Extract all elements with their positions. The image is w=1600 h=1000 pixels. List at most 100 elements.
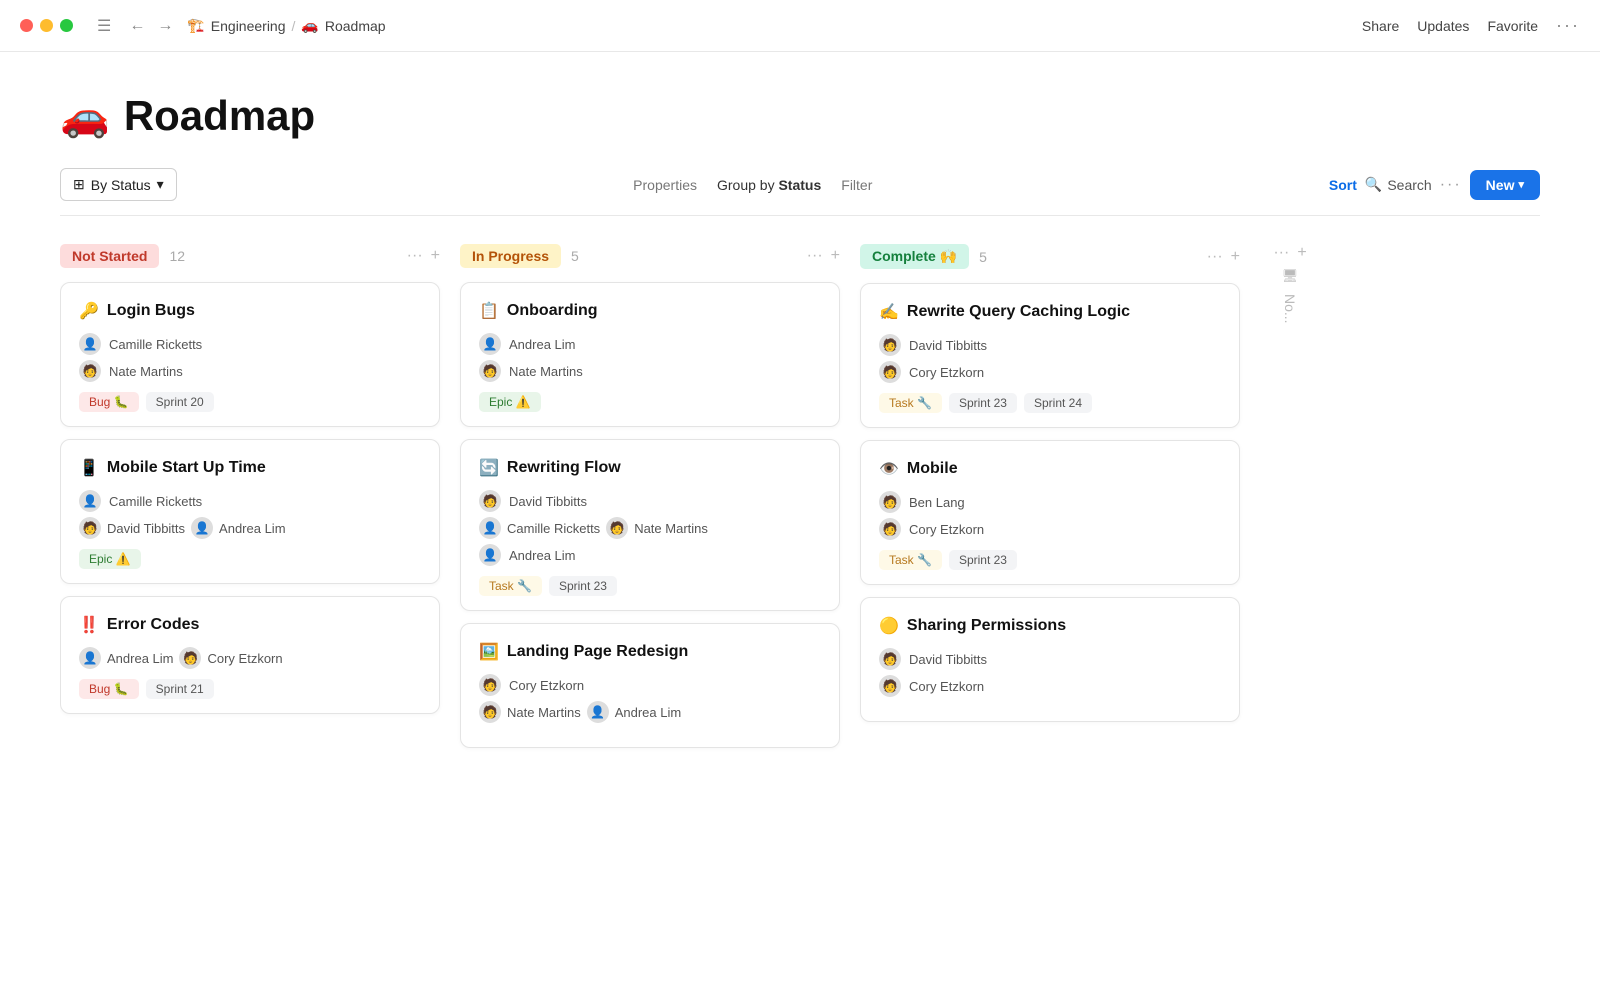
card-tags-complete-0: Task 🔧 Sprint 23 Sprint 24 (879, 393, 1221, 413)
sort-button[interactable]: Sort (1329, 177, 1357, 193)
card-not-started-2[interactable]: ‼️ Error Codes 👤 Andrea Lim 🧑 Cory Etzko… (60, 596, 440, 714)
column-complete: Complete 🙌 5 ··· + ✍️ Rewrite Query Caching … (860, 244, 1240, 734)
column-actions-not-started: ··· + (407, 248, 440, 264)
properties-button[interactable]: Properties (633, 177, 697, 193)
member-name: Andrea Lim (107, 651, 173, 666)
card-tags-not-started-1: Epic ⚠️ (79, 549, 421, 569)
favorite-button[interactable]: Favorite (1487, 18, 1538, 34)
breadcrumb: 🏗️ Engineering / 🚗 Roadmap (187, 17, 385, 34)
breadcrumb-separator: / (292, 18, 296, 34)
card-tags-in-progress-0: Epic ⚠️ (479, 392, 821, 412)
member-row-0-1: 🧑 Cory Etzkorn (879, 361, 1221, 383)
tag-1-0[interactable]: Epic ⚠️ (79, 549, 141, 569)
hidden-column-more-button[interactable]: ··· (1273, 244, 1289, 262)
column-add-not-started[interactable]: + (431, 248, 440, 264)
breadcrumb-engineering-label[interactable]: Engineering (211, 18, 286, 34)
tag-1-1[interactable]: Sprint 23 (949, 550, 1017, 570)
avatar: 👤 (191, 517, 213, 539)
share-button[interactable]: Share (1362, 18, 1399, 34)
search-icon: 🔍 (1365, 176, 1382, 193)
card-complete-0[interactable]: ✍️ Rewrite Query Caching Logic 🧑 David T… (860, 283, 1240, 428)
card-in-progress-1[interactable]: 🔄 Rewriting Flow 🧑 David Tibbitts 👤 Cami… (460, 439, 840, 611)
column-add-in-progress[interactable]: + (831, 248, 840, 264)
member-name: Nate Martins (634, 521, 708, 536)
tag-2-1[interactable]: Sprint 21 (146, 679, 214, 699)
nav-back-button[interactable]: ← (125, 15, 149, 37)
card-members-not-started-0: 👤 Camille Ricketts 🧑 Nate Martins (79, 333, 421, 382)
tag-0-1[interactable]: Sprint 20 (146, 392, 214, 412)
avatar: 👤 (587, 701, 609, 723)
card-emoji: ✍️ (879, 302, 899, 322)
column-count-complete: 5 (979, 249, 987, 265)
traffic-light-yellow[interactable] (40, 19, 53, 32)
column-add-complete[interactable]: + (1231, 249, 1240, 265)
toolbar-more-button[interactable]: ··· (1440, 176, 1462, 194)
tag-0-2[interactable]: Sprint 24 (1024, 393, 1092, 413)
filter-button[interactable]: Filter (841, 177, 872, 193)
breadcrumb-roadmap-icon: 🚗 (301, 17, 318, 34)
status-badge-not-started[interactable]: Not Started (60, 244, 159, 268)
card-title-complete-2: 🟡 Sharing Permissions (879, 616, 1221, 636)
tag-0-0[interactable]: Bug 🐛 (79, 392, 139, 412)
titlebar-right: Share Updates Favorite ··· (1362, 15, 1580, 36)
avatar: 🧑 (479, 701, 501, 723)
card-emoji: 📱 (79, 458, 99, 478)
titlebar-more-button[interactable]: ··· (1556, 15, 1580, 36)
column-actions-complete: ··· + (1207, 249, 1240, 265)
toolbar-left: ⊞ By Status ▾ (60, 168, 177, 201)
avatar: 👤 (479, 517, 501, 539)
group-by-button[interactable]: Group by Status (717, 177, 821, 193)
member-name: Camille Ricketts (109, 494, 202, 509)
card-title-in-progress-1: 🔄 Rewriting Flow (479, 458, 821, 478)
card-not-started-1[interactable]: 📱 Mobile Start Up Time 👤 Camille Rickett… (60, 439, 440, 584)
page-title-row: 🚗 Roadmap (60, 92, 1540, 140)
member-row-1-1: 👤 Camille Ricketts 🧑 Nate Martins (479, 517, 821, 539)
status-badge-complete[interactable]: Complete 🙌 (860, 244, 969, 269)
card-emoji: 🖼️ (479, 642, 499, 662)
member-row-1-0: 👤 Camille Ricketts (79, 490, 421, 512)
tag-1-1[interactable]: Sprint 23 (549, 576, 617, 596)
tag-0-0[interactable]: Epic ⚠️ (479, 392, 541, 412)
breadcrumb-roadmap-label[interactable]: Roadmap (325, 18, 386, 34)
traffic-light-red[interactable] (20, 19, 33, 32)
member-name: Cory Etzkorn (207, 651, 282, 666)
card-members-not-started-2: 👤 Andrea Lim 🧑 Cory Etzkorn (79, 647, 421, 669)
by-status-button[interactable]: ⊞ By Status ▾ (60, 168, 177, 201)
member-row-2-0: 🧑 Cory Etzkorn (479, 674, 821, 696)
member-name: David Tibbitts (909, 652, 987, 667)
member-row-2-1: 🧑 Nate Martins 👤 Andrea Lim (479, 701, 821, 723)
traffic-lights (20, 19, 73, 32)
tag-1-0[interactable]: Task 🔧 (479, 576, 542, 596)
updates-button[interactable]: Updates (1417, 18, 1469, 34)
page-title-icon: 🚗 (60, 93, 110, 140)
card-complete-1[interactable]: 👁️ Mobile 🧑 Ben Lang 🧑 Cory Etzkorn Task… (860, 440, 1240, 585)
nav-menu-button[interactable]: ☰ (93, 14, 115, 38)
card-not-started-0[interactable]: 🔑 Login Bugs 👤 Camille Ricketts 🧑 Nate M… (60, 282, 440, 427)
tag-2-0[interactable]: Bug 🐛 (79, 679, 139, 699)
avatar: 👤 (79, 333, 101, 355)
card-tags-not-started-2: Bug 🐛 Sprint 21 (79, 679, 421, 699)
column-more-in-progress[interactable]: ··· (807, 248, 823, 264)
tag-1-0[interactable]: Task 🔧 (879, 550, 942, 570)
tag-0-1[interactable]: Sprint 23 (949, 393, 1017, 413)
avatar: 👤 (479, 333, 501, 355)
hidden-column-add-button[interactable]: + (1297, 244, 1306, 262)
column-more-complete[interactable]: ··· (1207, 249, 1223, 265)
by-status-label: By Status (91, 177, 151, 193)
search-button[interactable]: 🔍 Search (1365, 176, 1432, 193)
avatar: 🧑 (879, 648, 901, 670)
traffic-light-green[interactable] (60, 19, 73, 32)
hidden-icon: 🖥 (1282, 268, 1299, 284)
card-in-progress-0[interactable]: 📋 Onboarding 👤 Andrea Lim 🧑 Nate Martins… (460, 282, 840, 427)
card-members-in-progress-0: 👤 Andrea Lim 🧑 Nate Martins (479, 333, 821, 382)
member-name: Andrea Lim (615, 705, 681, 720)
card-emoji: 👁️ (879, 459, 899, 479)
column-more-not-started[interactable]: ··· (407, 248, 423, 264)
new-button[interactable]: New ▾ (1470, 170, 1540, 200)
nav-forward-button[interactable]: → (153, 15, 177, 37)
status-badge-in-progress[interactable]: In Progress (460, 244, 561, 268)
card-in-progress-2[interactable]: 🖼️ Landing Page Redesign 🧑 Cory Etzkorn … (460, 623, 840, 748)
tag-0-0[interactable]: Task 🔧 (879, 393, 942, 413)
card-complete-2[interactable]: 🟡 Sharing Permissions 🧑 David Tibbitts 🧑… (860, 597, 1240, 722)
column-not-started: Not Started12···+🔑 Login Bugs 👤 Camille … (60, 244, 440, 726)
